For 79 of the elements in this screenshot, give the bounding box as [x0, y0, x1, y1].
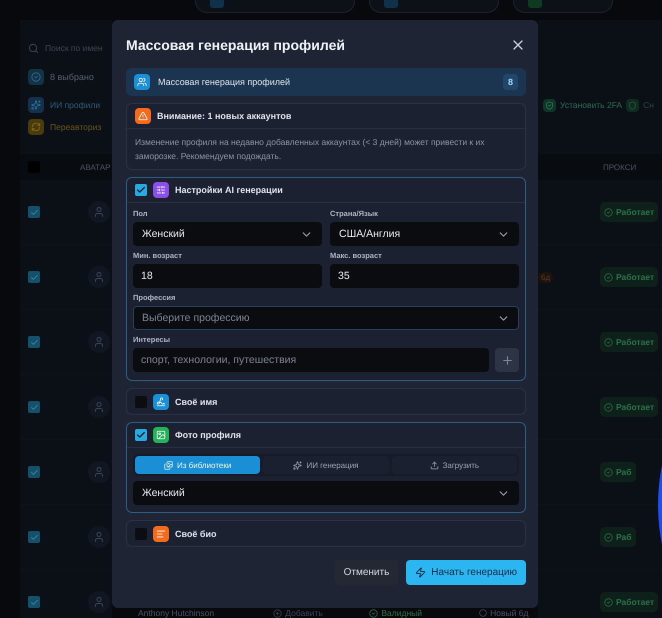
check-circle-icon	[604, 532, 613, 542]
row-checkbox[interactable]	[28, 466, 40, 478]
check-circle-icon	[604, 208, 613, 216]
source-tab[interactable]: Загрузить	[392, 456, 517, 474]
upload-icon	[430, 460, 439, 470]
checkmark-icon	[30, 208, 38, 216]
row-checkbox[interactable]	[28, 271, 40, 283]
add-button[interactable]	[495, 348, 519, 372]
users-icon	[134, 74, 150, 90]
count-badge: 8	[502, 74, 518, 90]
selection-count: 8 выбрано	[50, 72, 94, 82]
input-field[interactable]: 35	[330, 264, 519, 288]
check-circle-icon	[604, 402, 613, 412]
checkmark-icon	[30, 338, 38, 346]
proxy-status: Раб	[600, 462, 636, 482]
shield-check-icon	[543, 98, 556, 112]
check-circle-icon	[604, 338, 613, 346]
select-field[interactable]: Выберите профессию	[133, 306, 519, 330]
age-tag: 6д	[538, 272, 554, 282]
modal-title: Массовая генерация профилей	[126, 37, 345, 53]
checkmark-icon	[30, 272, 38, 282]
source-tab[interactable]: Из библиотеки	[135, 456, 260, 474]
check-circle-icon	[604, 598, 613, 606]
check-circle-icon	[604, 468, 613, 476]
section-checkbox[interactable]	[135, 528, 147, 540]
check-circle-icon	[604, 272, 613, 282]
summary-label: Массовая генерация профилей	[158, 77, 290, 87]
column-header: ПРОКСИ	[603, 162, 636, 172]
lightning-icon	[415, 567, 426, 578]
status-label: Валидный	[369, 608, 480, 618]
proxy-status: Работает	[600, 202, 658, 222]
proxy-status: Работает	[600, 267, 658, 287]
images-icon	[164, 460, 173, 470]
cancel-button[interactable]: Отменить	[334, 560, 398, 585]
row-checkbox[interactable]	[28, 596, 40, 608]
section-title: Своё био	[175, 528, 217, 538]
select-field[interactable]: США/Англия	[330, 222, 519, 246]
row-checkbox[interactable]	[28, 206, 40, 218]
section-title: Настройки AI генерации	[175, 185, 283, 195]
circle-icon	[479, 609, 488, 617]
warning-text: Изменение профиля на недавно добавленных аккаунтах (< 3 дней) может привести к их заморозке. Рекомендуем подождать.	[134, 136, 486, 163]
row-checkbox[interactable]	[28, 401, 40, 413]
input-field[interactable]: 18	[133, 264, 322, 288]
account-name: Anthony Hutchinson	[138, 608, 216, 618]
checkmark-icon	[30, 468, 38, 476]
checkmark-icon	[30, 402, 38, 412]
plus-icon	[500, 354, 514, 366]
refresh-icon	[28, 119, 44, 135]
warning-title: Внимание: 1 новых аккаунтов	[157, 111, 292, 121]
checkmark-icon	[136, 430, 146, 440]
new-status-label: Новый 6д	[479, 608, 538, 618]
sparkle-icon	[28, 97, 44, 113]
section-checkbox[interactable]	[135, 429, 147, 441]
section-title: Своё имя	[175, 396, 218, 406]
checkmark-icon	[136, 185, 146, 195]
section-checkbox[interactable]	[135, 184, 147, 196]
proxy-status: Раб	[600, 527, 636, 547]
sparkle-icon	[293, 460, 302, 470]
row-checkbox[interactable]	[28, 336, 40, 348]
select-field[interactable]: Женский	[133, 222, 322, 246]
check-icon	[28, 69, 44, 85]
select-field[interactable]: Женский	[133, 481, 519, 505]
source-tab[interactable]: ИИ генерация	[263, 456, 389, 474]
column-header: АВАТАР	[80, 162, 110, 172]
input-field[interactable]: спорт, технологии, путешествия	[133, 348, 489, 372]
checkmark-icon	[30, 598, 38, 606]
checkmark-icon	[30, 532, 38, 542]
proxy-status: Работает	[600, 332, 658, 352]
warning-icon	[135, 108, 151, 124]
proxy-status: Работает	[600, 592, 658, 612]
proxy-status: Работает	[600, 397, 658, 417]
search-icon	[28, 42, 39, 54]
section-title: Фото профиля	[175, 430, 242, 440]
start-button[interactable]: Начать генерацию	[406, 560, 526, 585]
plus-circle-icon	[273, 608, 282, 618]
shield-icon	[626, 98, 640, 112]
check-circle-icon	[369, 608, 378, 618]
section-checkbox[interactable]	[135, 396, 147, 408]
row-checkbox[interactable]	[28, 531, 40, 543]
